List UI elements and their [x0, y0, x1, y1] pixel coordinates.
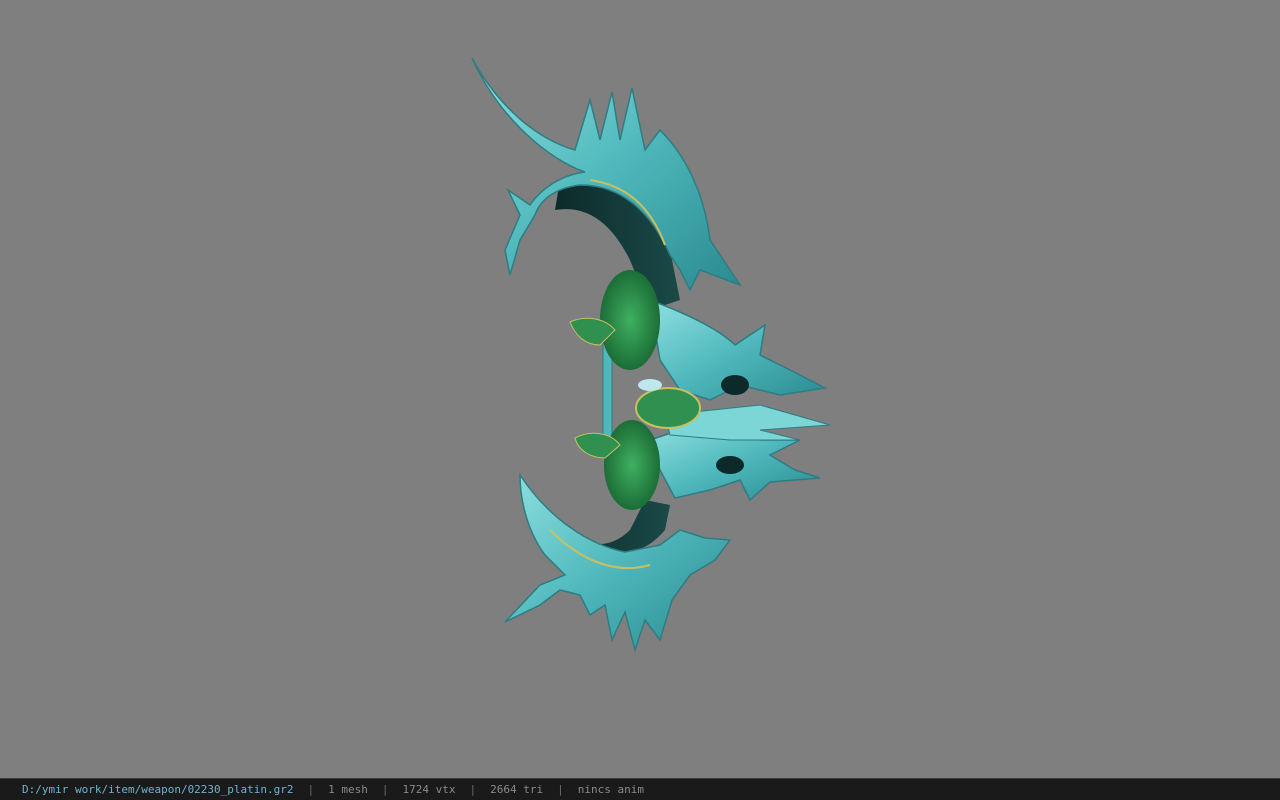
- animation-status: nincs anim: [577, 783, 644, 796]
- separator: |: [307, 783, 315, 796]
- separator: |: [469, 783, 477, 796]
- 3d-viewport[interactable]: [0, 0, 1280, 778]
- upper-limb-shell: [471, 57, 742, 292]
- grip-ornament: [635, 387, 701, 429]
- mesh-count: 1 mesh: [328, 783, 368, 796]
- separator: |: [381, 783, 389, 796]
- bow-model: [471, 57, 831, 653]
- guard-hole-lower: [716, 456, 744, 474]
- vertex-count: 1724 vtx: [402, 783, 456, 796]
- grip-gem: [638, 379, 662, 391]
- triangle-count: 2664 tri: [490, 783, 544, 796]
- serpent-lower-body: [604, 420, 660, 510]
- guard-hole-upper: [721, 375, 749, 395]
- status-bar: D:/ymir work/item/weapon/02230_platin.gr…: [0, 778, 1280, 800]
- separator: |: [557, 783, 564, 796]
- serpent-upper-body: [600, 270, 660, 370]
- file-path: D:/ymir work/item/weapon/02230_platin.gr…: [22, 783, 294, 796]
